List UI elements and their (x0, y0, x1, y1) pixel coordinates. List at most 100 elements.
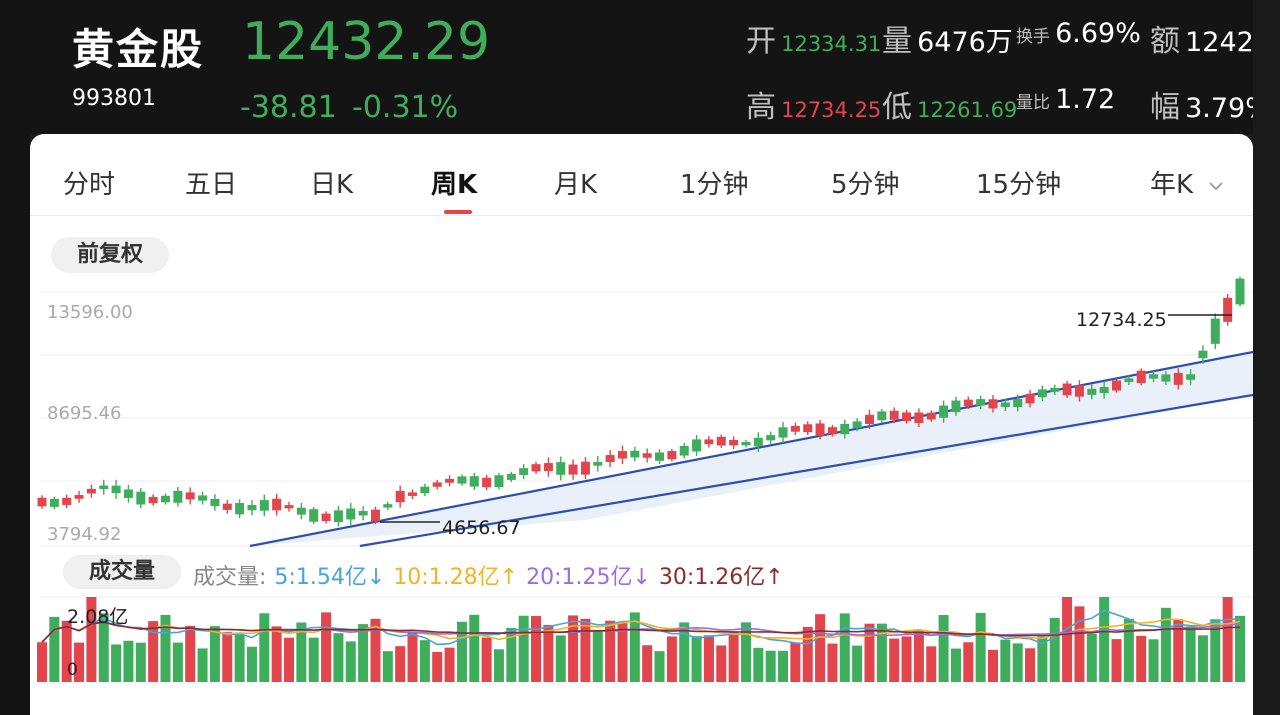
candle-body (1223, 297, 1233, 322)
candle-body (655, 452, 665, 461)
volume-bar (432, 651, 443, 682)
stock-change: -38.81 (240, 90, 337, 125)
candle-body (741, 442, 751, 446)
candle-body (259, 500, 269, 511)
volume-bar (778, 650, 789, 682)
candle-body (593, 461, 603, 466)
volume-bar (469, 614, 480, 682)
candle-body (333, 510, 343, 523)
candle-body (692, 439, 702, 452)
volume-bar (358, 624, 369, 682)
volume-bar (135, 642, 146, 682)
volume-bar (1049, 617, 1060, 682)
candle-body (1173, 372, 1183, 385)
candle-body (667, 451, 677, 460)
volume-bar (1123, 618, 1134, 682)
channel-upper-line (249, 350, 1253, 548)
volume-bar (617, 623, 628, 682)
open-value: 12334.31 (781, 32, 882, 56)
volume-indicator-button[interactable]: 成交量 (63, 555, 181, 589)
candle-body (432, 482, 442, 487)
stat-open: 开 12334.31 (746, 16, 881, 60)
candle-body (1062, 383, 1072, 396)
volume-bar (1235, 615, 1245, 682)
volume-bar (111, 644, 122, 682)
candle-body (494, 475, 504, 488)
volume-bar (395, 646, 406, 682)
volume-bar (259, 613, 270, 682)
volume-bar (37, 642, 47, 682)
candle-body (346, 508, 356, 520)
candle-body (309, 509, 319, 522)
candle-body (395, 490, 405, 503)
candle-body (198, 495, 208, 501)
candle-body (185, 492, 195, 500)
candle-body (642, 453, 652, 458)
volume-bar (913, 630, 924, 682)
candle-body (506, 473, 516, 480)
volume-legend-ma5: 5:1.54亿↓ (274, 565, 386, 590)
low-label: 低 (882, 90, 912, 125)
candle-body (457, 476, 467, 484)
candle-body (37, 497, 47, 507)
volume-bar (815, 614, 826, 682)
volume-bar (308, 637, 319, 682)
volume-bar (765, 650, 776, 682)
kline-chart: 13596.00 8695.46 3794.92 4656.67 12734.2… (37, 276, 1253, 682)
volume-bar (1062, 597, 1073, 682)
volume-bar (864, 623, 875, 682)
candle-body (1235, 278, 1245, 305)
candle-body (976, 399, 986, 406)
high-label: 高 (746, 90, 776, 125)
volume-bar (518, 615, 529, 682)
volume-bar (284, 637, 295, 682)
turnover-label: 换手 (1016, 27, 1050, 47)
volume-bar (222, 632, 233, 682)
volume-bar (1222, 597, 1233, 682)
candle-body (383, 504, 393, 508)
candle-body (1161, 374, 1171, 382)
volume-bar (790, 642, 801, 682)
volume-bar (852, 645, 863, 682)
candle-body (790, 425, 800, 432)
volume-bar (950, 648, 961, 682)
volume-bar (728, 631, 739, 682)
candle-body (62, 497, 72, 505)
candle-body (729, 439, 739, 446)
candle-body (222, 503, 232, 510)
volume-bar (456, 621, 467, 682)
candle-body (815, 423, 825, 436)
candle-body (766, 435, 776, 441)
volume-bar (246, 646, 257, 682)
volume-bar (592, 629, 603, 682)
volume-bar (691, 636, 702, 682)
volume-bar (975, 612, 986, 682)
candle-body (1210, 318, 1220, 344)
candle-body (827, 427, 837, 435)
high-value: 12734.25 (781, 98, 882, 122)
candle-body (111, 485, 121, 494)
stat-volume: 量 6476万 (882, 16, 1013, 60)
stat-amount: 额 1242 (1150, 16, 1253, 60)
volume-ma20-line (41, 621, 1241, 643)
volume-bar (1148, 639, 1159, 682)
volume-bar (382, 651, 393, 682)
candle-body (1074, 385, 1084, 397)
volume-bar (1197, 635, 1208, 682)
volume-bar (963, 642, 974, 682)
volume-bar (1136, 635, 1147, 682)
volume-bar (753, 647, 764, 682)
volume-value: 6476万 (917, 27, 1013, 58)
candle-body (902, 412, 912, 422)
candle-body (284, 505, 294, 509)
stock-name: 黄金股 (72, 25, 205, 74)
volume-ma10-line (41, 618, 1241, 643)
volume-bars (37, 597, 1245, 682)
candle-body (630, 450, 640, 458)
candle-body (1124, 378, 1134, 383)
turnover-value: 6.69% (1055, 18, 1141, 49)
volume-bar (49, 616, 60, 682)
candle-body (580, 461, 590, 475)
stat-vol-ratio: 量比 1.72 (1016, 84, 1115, 115)
volume-bar (938, 615, 949, 682)
